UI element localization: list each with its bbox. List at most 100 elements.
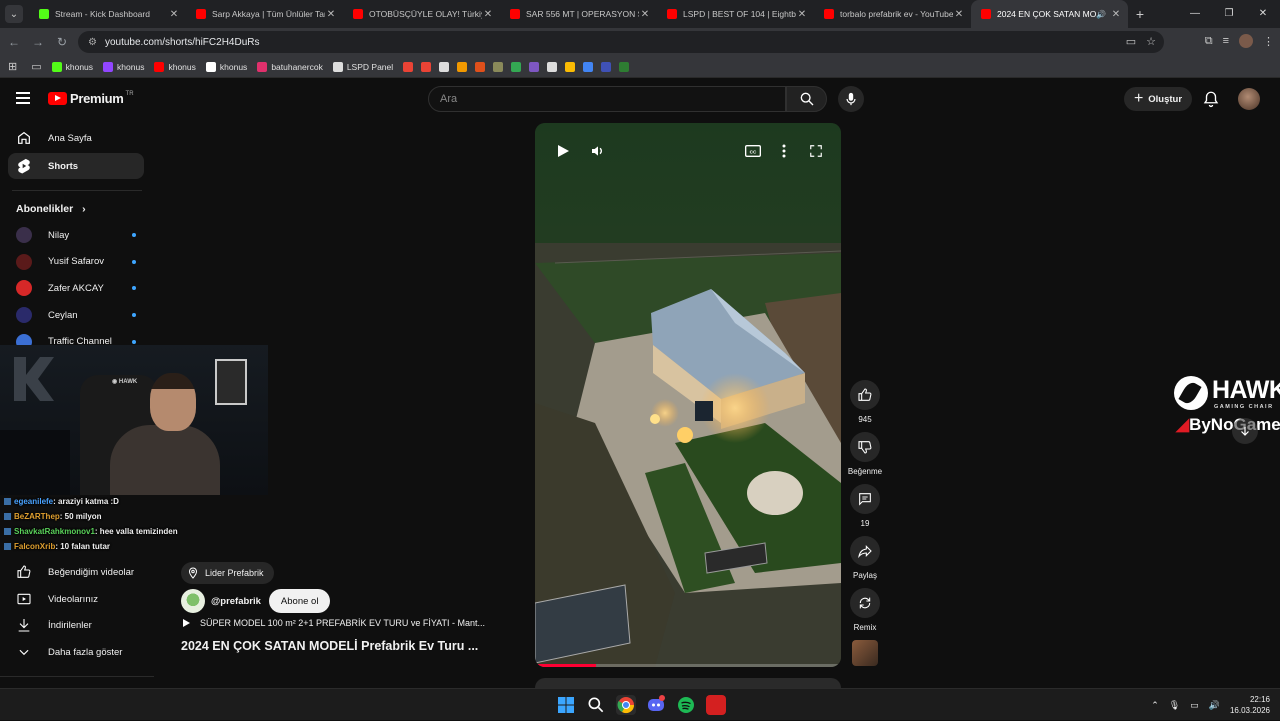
bookmark-icon-only[interactable] xyxy=(457,61,468,72)
play-button[interactable] xyxy=(553,141,573,161)
tray-mic-icon[interactable]: 🎙 xyxy=(1169,700,1180,711)
apps-grid-icon[interactable]: ⊞ xyxy=(8,60,17,73)
sidebar-item-liked[interactable]: Beğendiğim videolar xyxy=(8,559,144,585)
bookmark-icon-only[interactable] xyxy=(511,61,522,72)
chrome-icon[interactable] xyxy=(616,695,636,715)
discord-icon[interactable] xyxy=(646,695,666,715)
bookmark-icon-only[interactable] xyxy=(493,61,504,72)
windows-start-icon[interactable] xyxy=(556,695,576,715)
related-video-link[interactable]: SÜPER MODEL 100 m² 2+1 PREFABRİK EV TURU… xyxy=(183,618,485,628)
tab-search-button[interactable]: ⌄ xyxy=(5,5,23,23)
remix-action[interactable]: Remix xyxy=(846,588,884,632)
channel-name[interactable]: @prefabrik xyxy=(211,596,261,607)
video-progress-bar[interactable] xyxy=(535,664,841,667)
fullscreen-icon[interactable] xyxy=(806,141,826,161)
bookmark-icon-only[interactable] xyxy=(583,61,594,72)
captions-icon[interactable]: CC xyxy=(743,141,763,161)
tab-close-icon[interactable]: ✕ xyxy=(796,9,808,20)
youtube-premium-logo[interactable]: Premium TR xyxy=(48,91,134,106)
bookmark-item[interactable]: khonus xyxy=(154,61,196,72)
volume-icon[interactable] xyxy=(588,141,608,161)
sidebar-item-shorts[interactable]: Shorts xyxy=(8,153,144,179)
new-tab-button[interactable]: + xyxy=(1128,6,1152,22)
sidebar-item-home[interactable]: Ana Sayfa xyxy=(8,125,144,151)
subscription-item[interactable]: Nilay xyxy=(16,224,136,246)
subscription-item[interactable]: Yusif Safarov xyxy=(16,251,136,273)
bookmark-icon-only[interactable] xyxy=(475,61,486,72)
browser-tab[interactable]: Sarp Akkaya | Tüm Ünlüler Tan ✕ xyxy=(186,0,343,28)
tab-close-icon[interactable]: ✕ xyxy=(482,9,494,20)
account-avatar[interactable] xyxy=(1238,88,1260,110)
comments-action[interactable]: 19 xyxy=(846,484,884,528)
like-action[interactable]: 945 xyxy=(846,380,884,424)
cast-icon[interactable]: ▭ xyxy=(1126,35,1136,48)
subscriptions-heading[interactable]: Abonelikler › xyxy=(16,203,86,215)
share-action[interactable]: Paylaş xyxy=(846,536,884,580)
browser-tab[interactable]: SAR 556 MT | OPERASYON SA ✕ xyxy=(500,0,657,28)
bookmark-icon-only[interactable] xyxy=(619,61,630,72)
reading-list-icon[interactable]: ≡ xyxy=(1223,35,1229,47)
search-input[interactable]: Ara xyxy=(428,86,786,112)
tab-close-icon[interactable]: ✕ xyxy=(168,9,180,20)
bookmark-icon-only[interactable] xyxy=(421,61,432,72)
subscribe-button[interactable]: Abone ol xyxy=(268,589,331,613)
voice-search-button[interactable] xyxy=(838,86,864,112)
address-bar[interactable]: ⚙ youtube.com/shorts/hiFC2H4DuRs ▭ ☆ xyxy=(78,31,1164,53)
restore-icon[interactable]: ❐ xyxy=(1212,0,1246,28)
bookmark-icon-only[interactable] xyxy=(547,61,558,72)
browser-tab[interactable]: OTOBÜSÇÜYLE OLAY! Türkiye'd✕ xyxy=(343,0,500,28)
bookmark-item[interactable]: LSPD Panel xyxy=(332,61,393,72)
profile-avatar[interactable] xyxy=(1239,34,1253,48)
subscription-item[interactable]: Zafer AKCAY xyxy=(16,277,136,299)
short-title[interactable]: 2024 EN ÇOK SATAN MODELİ Prefabrik Ev Tu… xyxy=(181,639,478,653)
create-button[interactable]: + Oluştur xyxy=(1124,87,1192,111)
browser-tab[interactable]: 2024 EN ÇOK SATAN MODE🔊 ✕ xyxy=(971,0,1128,28)
close-window-icon[interactable]: ✕ xyxy=(1246,0,1280,28)
bookmark-item[interactable]: khonus xyxy=(51,61,93,72)
tray-volume-icon[interactable]: 🔊 xyxy=(1209,700,1220,711)
folder-icon[interactable]: ▭ xyxy=(31,60,41,73)
bookmark-icon-only[interactable] xyxy=(529,61,540,72)
extensions-icon[interactable]: ⧉ xyxy=(1205,35,1213,48)
forward-icon[interactable]: → xyxy=(26,35,50,49)
search-icon[interactable] xyxy=(586,695,606,715)
tray-network-icon[interactable]: ▭ xyxy=(1190,700,1199,711)
shorts-video-player[interactable]: CC xyxy=(535,123,841,667)
dislike-action[interactable]: Beğenme xyxy=(846,432,884,476)
bookmark-item[interactable]: khonus xyxy=(205,61,247,72)
tab-close-icon[interactable]: ✕ xyxy=(639,9,651,20)
spotify-icon[interactable] xyxy=(676,695,696,715)
browser-tab[interactable]: torbalo prefabrik ev - YouTube ✕ xyxy=(814,0,971,28)
search-button[interactable] xyxy=(786,86,827,112)
bookmark-item[interactable]: khonus xyxy=(103,61,144,72)
tab-close-icon[interactable]: ✕ xyxy=(325,9,337,20)
more-options-icon[interactable] xyxy=(774,141,794,161)
sidebar-item-show-more[interactable]: Daha fazla göster xyxy=(8,639,144,665)
bookmark-star-icon[interactable]: ☆ xyxy=(1146,35,1156,48)
tab-audio-icon[interactable]: 🔊 xyxy=(1096,10,1106,19)
site-info-icon[interactable]: ⚙ xyxy=(88,37,97,48)
bookmark-item[interactable]: batuhanercok xyxy=(257,61,323,72)
sound-thumbnail[interactable] xyxy=(846,640,884,666)
back-icon[interactable]: ← xyxy=(2,35,26,49)
browser-tab[interactable]: Stream - Kick Dashboard ✕ xyxy=(29,0,186,28)
browser-menu-icon[interactable]: ⋮ xyxy=(1263,35,1274,48)
bookmark-icon-only[interactable] xyxy=(601,61,612,72)
bookmark-icon-only[interactable] xyxy=(439,61,450,72)
tray-chevron-up-icon[interactable]: ⌃ xyxy=(1151,700,1159,711)
bookmark-icon-only[interactable] xyxy=(403,61,414,72)
taskbar-clock[interactable]: 22:16 16.03.2026 xyxy=(1230,694,1270,716)
location-chip[interactable]: Lider Prefabrik xyxy=(181,562,274,584)
notifications-bell-icon[interactable] xyxy=(1202,90,1220,108)
next-short-button[interactable] xyxy=(1232,418,1258,444)
tab-close-icon[interactable]: ✕ xyxy=(953,9,965,20)
menu-icon[interactable] xyxy=(16,92,30,104)
minimize-icon[interactable]: — xyxy=(1178,0,1212,28)
tab-close-icon[interactable]: ✕ xyxy=(1110,9,1122,20)
streaming-app-icon[interactable] xyxy=(706,695,726,715)
channel-avatar[interactable] xyxy=(181,589,205,613)
reload-icon[interactable]: ↻ xyxy=(50,35,74,49)
sidebar-item-downloads[interactable]: İndirilenler xyxy=(8,612,144,638)
sidebar-item-your-videos[interactable]: Videolarınız xyxy=(8,586,144,612)
bookmark-icon-only[interactable] xyxy=(565,61,576,72)
